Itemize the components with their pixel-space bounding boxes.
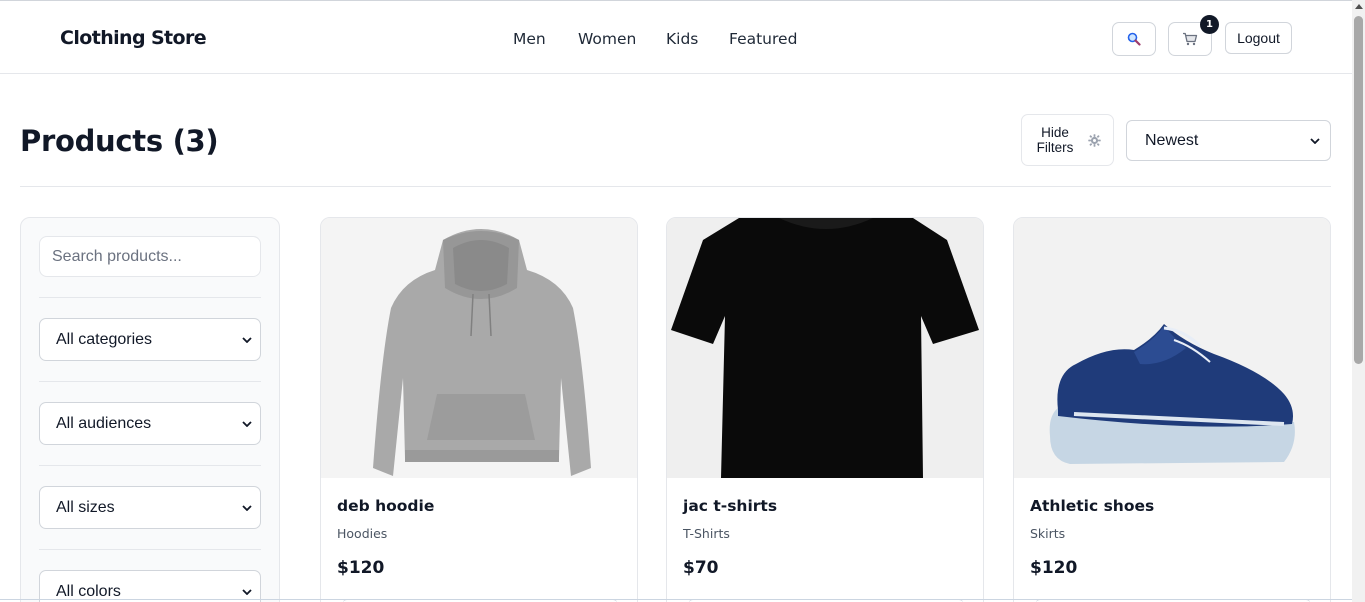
product-name[interactable]: jac t-shirts xyxy=(683,497,777,515)
hide-filters-label: Hide Filters xyxy=(1036,125,1074,155)
category-select-value: All categories xyxy=(56,330,153,348)
product-name[interactable]: Athletic shoes xyxy=(1030,497,1154,515)
page-scrollbar[interactable] xyxy=(1352,0,1365,602)
product-image[interactable] xyxy=(1014,218,1330,478)
scroll-up-arrow-icon[interactable] xyxy=(1355,4,1363,9)
search-button[interactable] xyxy=(1112,22,1156,56)
page-title: Products (3) xyxy=(20,124,219,158)
nav-men[interactable]: Men xyxy=(513,30,546,48)
filter-divider xyxy=(39,465,261,466)
chevron-down-icon xyxy=(242,420,252,427)
product-card[interactable]: jac t-shirts T-Shirts $70 xyxy=(666,217,984,602)
audience-select-value: All audiences xyxy=(56,414,152,432)
category-select[interactable]: All categories xyxy=(39,318,261,361)
product-image[interactable] xyxy=(321,218,637,478)
filter-divider xyxy=(39,549,261,550)
cart-count-badge: 1 xyxy=(1200,15,1219,34)
logout-button[interactable]: Logout xyxy=(1225,22,1292,54)
brand-logo[interactable]: Clothing Store xyxy=(60,27,207,49)
cart-icon xyxy=(1183,32,1198,46)
filter-divider xyxy=(39,381,261,382)
nav-kids[interactable]: Kids xyxy=(666,30,698,48)
product-price: $70 xyxy=(683,558,719,578)
search-icon xyxy=(1127,32,1141,46)
sneaker-image xyxy=(1014,218,1330,478)
product-price: $120 xyxy=(1030,558,1078,578)
scrollbar-thumb[interactable] xyxy=(1354,16,1363,364)
size-select-value: All sizes xyxy=(56,498,115,516)
search-products-input[interactable] xyxy=(39,236,261,277)
cart-button[interactable]: 1 xyxy=(1168,15,1219,56)
chevron-down-icon xyxy=(242,504,252,511)
nav-featured[interactable]: Featured xyxy=(729,30,797,48)
filter-divider xyxy=(39,297,261,298)
title-divider xyxy=(20,186,1331,187)
product-name[interactable]: deb hoodie xyxy=(337,497,434,515)
product-card[interactable]: deb hoodie Hoodies $120 xyxy=(320,217,638,602)
tshirt-image xyxy=(667,218,983,478)
viewport-bottom-edge xyxy=(0,599,1352,600)
chevron-down-icon xyxy=(1310,137,1320,144)
nav-women[interactable]: Women xyxy=(578,30,636,48)
hide-filters-button[interactable]: Hide Filters xyxy=(1021,114,1114,166)
site-header: Clothing Store Men Women Kids Featured 1… xyxy=(0,0,1352,74)
hoodie-image xyxy=(321,218,637,478)
sort-select-value: Newest xyxy=(1145,131,1199,149)
color-select-value: All colors xyxy=(56,582,121,600)
audience-select[interactable]: All audiences xyxy=(39,402,261,445)
chevron-down-icon xyxy=(242,588,252,595)
product-card[interactable]: Athletic shoes Skirts $120 xyxy=(1013,217,1331,602)
filter-sidebar: All categories All audiences All sizes A… xyxy=(20,217,280,602)
chevron-down-icon xyxy=(242,336,252,343)
color-select[interactable]: All colors xyxy=(39,570,261,602)
size-select[interactable]: All sizes xyxy=(39,486,261,529)
product-image[interactable] xyxy=(667,218,983,478)
product-price: $120 xyxy=(337,558,385,578)
gear-icon xyxy=(1088,133,1101,147)
sort-select[interactable]: Newest xyxy=(1126,120,1331,161)
product-category: T-Shirts xyxy=(683,526,730,541)
product-category: Skirts xyxy=(1030,526,1066,541)
product-category: Hoodies xyxy=(337,526,388,541)
